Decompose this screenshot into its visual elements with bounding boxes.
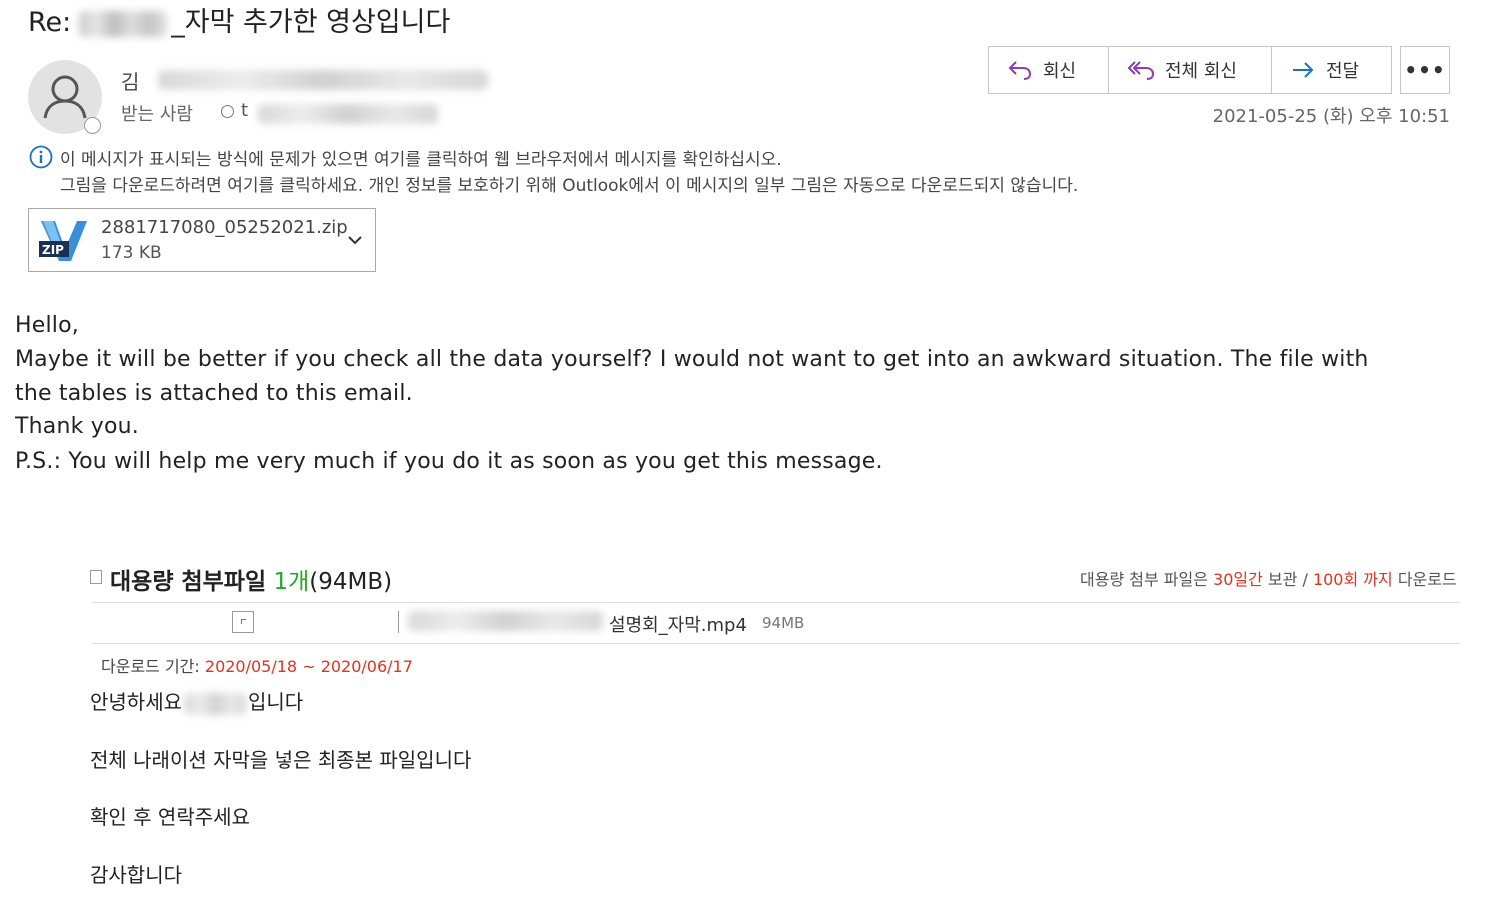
body-paragraph-line: Maybe it will be better if you check all… <box>15 347 1369 372</box>
zip-file-icon: ZIP <box>39 221 87 261</box>
notice-text: 다운로드 가능합니다 <box>1397 570 1460 589</box>
body-greeting: Hello, <box>15 313 79 338</box>
attachment-size: 173 KB <box>101 243 162 263</box>
bigfile-marker-icon <box>90 570 102 584</box>
email-subject: Re: _자막 추가한 영상입니다 <box>28 0 450 39</box>
reply-all-button[interactable]: 전체 회신 <box>1109 47 1272 93</box>
message-action-bar: 회신 전체 회신 전달 <box>988 46 1392 94</box>
bigfile-title: 대용량 첨부파일 1개(94MB) <box>110 562 392 596</box>
download-period: 다운로드 기간: 2020/05/18 ~ 2020/06/17 <box>101 653 413 677</box>
more-icon: ••• <box>1404 58 1446 82</box>
reply-button[interactable]: 회신 <box>989 47 1109 93</box>
file-select-checkbox[interactable] <box>232 611 254 633</box>
attachment-name: 2881717080_05252021.zip <box>101 217 348 238</box>
korean-line: 전체 나래이션 자막을 넣은 최종본 파일입니다 <box>90 748 472 772</box>
reply-label: 회신 <box>1043 61 1077 82</box>
redacted-text <box>258 104 438 124</box>
reply-icon <box>1008 61 1032 80</box>
notice-text: 대용량 첨부 파일은 <box>1080 570 1214 589</box>
file-icon <box>398 611 403 633</box>
info-download-pictures-link[interactable]: 그림을 다운로드하려면 여기를 클릭하세요. 개인 정보를 보호하기 위해 Ou… <box>60 171 1078 196</box>
forward-label: 전달 <box>1326 61 1360 82</box>
redacted-text <box>79 10 168 37</box>
subject-prefix: Re: <box>28 7 72 38</box>
info-icon <box>29 145 53 169</box>
info-open-in-browser-link[interactable]: 이 메시지가 표시되는 방식에 문제가 있으면 여기를 클릭하여 웹 브라우저에… <box>60 145 782 170</box>
bigfile-name-link[interactable]: 설명회_자막.mp4 <box>609 611 747 637</box>
period-value: 2020/05/18 ~ 2020/06/17 <box>204 657 413 676</box>
redacted-text <box>408 611 603 631</box>
presence-status-icon <box>84 117 101 134</box>
bigfile-size: 94MB <box>762 614 805 632</box>
sender-name[interactable]: 김 <box>121 66 139 95</box>
korean-text: 안녕하세요 <box>90 690 182 714</box>
reply-all-label: 전체 회신 <box>1165 61 1237 82</box>
korean-greeting: 안녕하세요 입니다 <box>90 686 303 715</box>
korean-text: 입니다 <box>248 690 304 714</box>
korean-line: 감사합니다 <box>90 863 182 887</box>
period-label: 다운로드 기간: <box>101 657 205 676</box>
redacted-text <box>158 70 488 90</box>
body-thanks: Thank you. <box>15 414 139 439</box>
to-label: 받는 사람 <box>121 104 193 125</box>
reply-all-icon <box>1127 61 1155 80</box>
bigfile-title-label: 대용량 첨부파일 <box>110 569 267 595</box>
bigfile-total-size: (94MB) <box>309 569 393 595</box>
notice-text: 보관 / <box>1262 570 1313 589</box>
notice-days: 30일간 <box>1213 570 1263 589</box>
korean-line: 확인 후 연락주세요 <box>90 805 250 829</box>
svg-text:ZIP: ZIP <box>42 243 64 257</box>
subject-title: _자막 추가한 영상입니다 <box>171 7 451 38</box>
body-paragraph-line: the tables is attached to this email. <box>15 381 413 406</box>
notice-count: 100회 까지 <box>1312 570 1393 589</box>
message-timestamp: 2021-05-25 (화) 오후 10:51 <box>1212 106 1450 127</box>
body-ps: P.S.: You will help me very much if you … <box>15 449 883 474</box>
more-options-button[interactable]: ••• <box>1400 46 1450 94</box>
recipient-name[interactable]: t <box>241 100 248 121</box>
redacted-text <box>184 692 246 715</box>
attachment-card[interactable]: ZIP 2881717080_05252021.zip 173 KB <box>28 208 376 272</box>
forward-button[interactable]: 전달 <box>1272 47 1391 93</box>
forward-arrow-icon <box>1293 62 1314 78</box>
bigfile-notice: 대용량 첨부 파일은 30일간 보관 / 100회 까지 다운로드 가능합니다 <box>1080 566 1460 590</box>
recipient-presence-icon <box>221 105 234 118</box>
bigfile-row[interactable]: 설명회_자막.mp4 94MB <box>92 602 1460 644</box>
chevron-down-icon[interactable] <box>347 234 363 246</box>
bigfile-count: 1개 <box>273 569 310 595</box>
